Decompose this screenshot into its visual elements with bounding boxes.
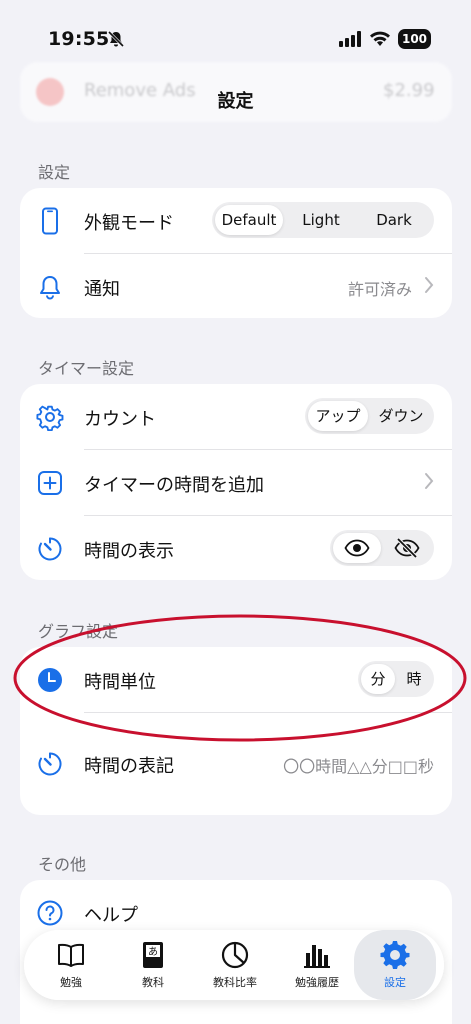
count-label: カウント xyxy=(84,409,156,430)
pie-chart-icon xyxy=(221,941,249,969)
hide-time-option[interactable] xyxy=(383,533,431,563)
textbook-icon: あ xyxy=(143,942,163,968)
timer-icon xyxy=(38,537,62,561)
settings-card: 外観モード Default Light Dark 通知 許可済み xyxy=(20,188,452,318)
tab-settings[interactable]: 設定 xyxy=(354,930,436,1000)
bell-slash-icon xyxy=(107,30,125,48)
bell-icon xyxy=(40,276,60,300)
eye-icon xyxy=(344,539,370,557)
display-time-row: 時間の表示 xyxy=(20,516,452,580)
book-icon xyxy=(58,943,84,967)
appearance-dark-option[interactable]: Dark xyxy=(360,205,428,235)
gear-icon xyxy=(36,405,64,431)
annotation-ellipse xyxy=(13,614,467,742)
tab-subjects[interactable]: あ 教科 xyxy=(112,930,194,1000)
chevron-right-icon xyxy=(425,277,434,293)
display-time-label: 時間の表示 xyxy=(84,541,174,562)
tab-label: 教科 xyxy=(142,976,164,989)
wifi-icon xyxy=(370,31,390,46)
count-up-option[interactable]: アップ xyxy=(308,401,368,431)
timer-icon xyxy=(38,752,62,776)
appearance-row: 外観モード Default Light Dark xyxy=(20,188,452,252)
add-timer-time-row[interactable]: タイマーの時間を追加 xyxy=(20,450,452,514)
count-down-option[interactable]: ダウン xyxy=(371,401,431,431)
status-time: 19:55 xyxy=(48,28,110,50)
appearance-label: 外観モード xyxy=(84,213,174,234)
battery-indicator: 100 xyxy=(398,29,431,49)
tab-label: 教科比率 xyxy=(213,976,257,989)
display-time-toggle xyxy=(330,530,434,566)
appearance-segmented-control: Default Light Dark xyxy=(212,202,434,238)
svg-text:あ: あ xyxy=(148,946,158,958)
tab-study[interactable]: 勉強 xyxy=(30,930,112,1000)
time-format-value: 〇〇時間△△分□□秒 xyxy=(283,757,434,776)
chevron-right-icon xyxy=(425,473,434,489)
count-row: カウント アップ ダウン xyxy=(20,384,452,448)
tab-bar: 勉強 あ 教科 教科比率 勉強履歴 設定 xyxy=(24,930,444,1000)
plus-square-icon xyxy=(38,471,62,495)
appearance-light-option[interactable]: Light xyxy=(287,205,355,235)
notification-row[interactable]: 通知 許可済み xyxy=(20,254,452,318)
signal-icon xyxy=(339,31,361,47)
notification-value: 許可済み xyxy=(347,280,412,299)
section-label-other: その他 xyxy=(38,855,87,874)
phone-icon xyxy=(42,207,58,235)
help-label: ヘルプ xyxy=(84,905,138,926)
tab-label: 勉強 xyxy=(60,976,82,989)
appearance-default-option[interactable]: Default xyxy=(215,205,283,235)
section-label-settings: 設定 xyxy=(38,163,71,182)
tab-label: 設定 xyxy=(384,976,406,989)
status-bar: 19:55 100 xyxy=(0,0,471,70)
time-format-label: 時間の表記 xyxy=(84,756,174,777)
question-circle-icon xyxy=(37,900,63,926)
show-time-option[interactable] xyxy=(333,533,381,563)
notification-label: 通知 xyxy=(84,279,120,300)
tab-label: 勉強履歴 xyxy=(295,976,339,989)
eye-slash-icon xyxy=(394,537,420,559)
count-segmented-control: アップ ダウン xyxy=(305,398,434,434)
tab-subject-ratio[interactable]: 教科比率 xyxy=(194,930,276,1000)
bar-chart-icon xyxy=(304,945,330,968)
timer-card: カウント アップ ダウン タイマーの時間を追加 時間の表示 xyxy=(20,384,452,580)
section-label-timer: タイマー設定 xyxy=(38,359,135,378)
tab-study-history[interactable]: 勉強履歴 xyxy=(276,930,358,1000)
gear-icon xyxy=(380,941,410,969)
add-timer-time-label: タイマーの時間を追加 xyxy=(84,475,264,496)
page-title: 設定 xyxy=(217,91,254,112)
